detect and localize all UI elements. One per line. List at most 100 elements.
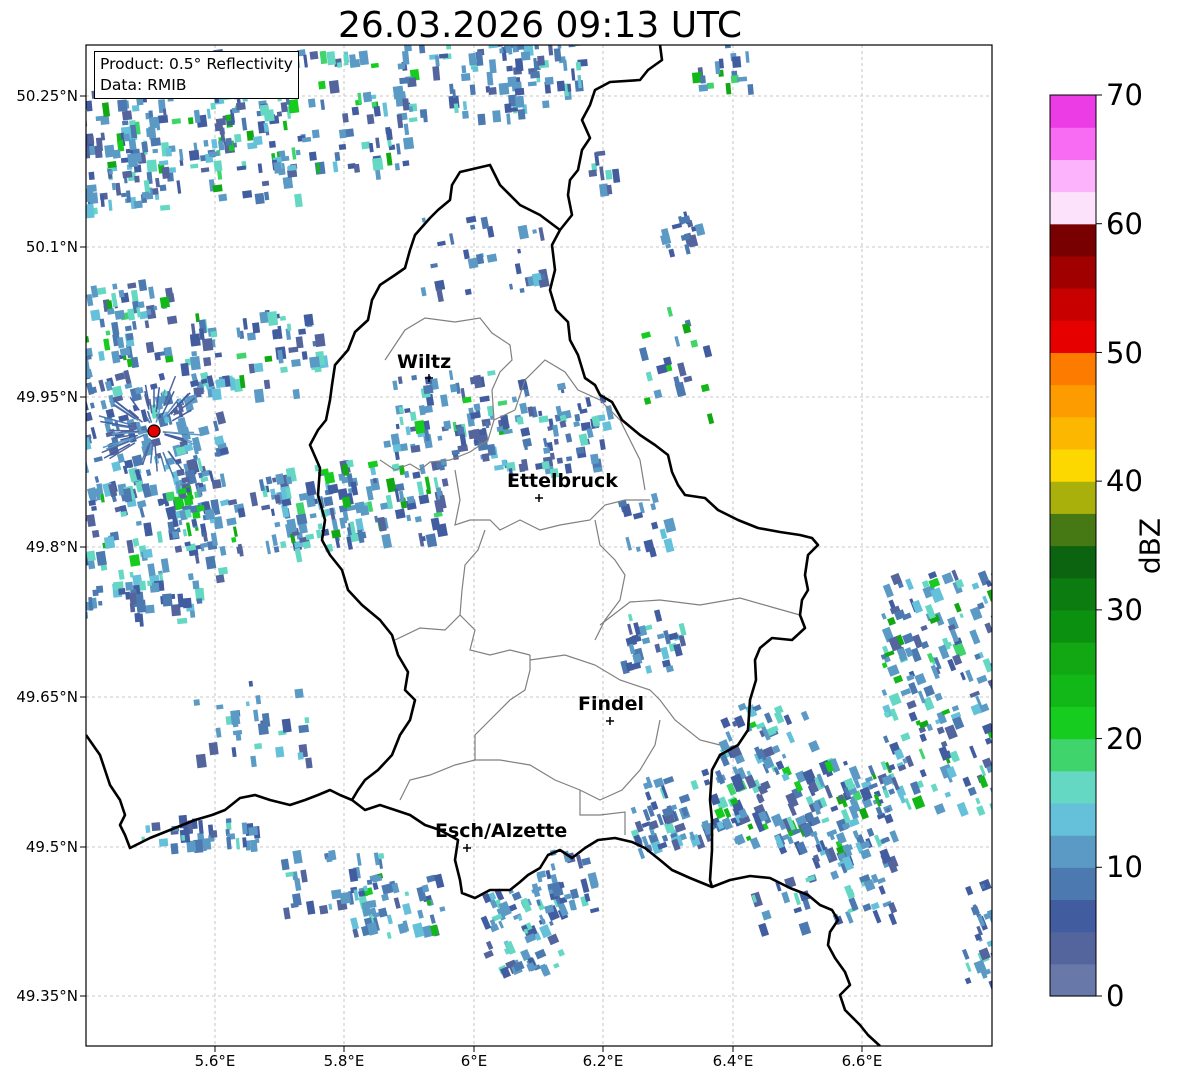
echo-cell <box>231 536 237 543</box>
echo-cell <box>281 718 292 733</box>
echo-cell <box>94 475 100 483</box>
echo-cell <box>900 688 912 697</box>
echo-cell <box>406 495 415 504</box>
echo-cell <box>77 562 83 567</box>
echo-cell <box>465 215 477 224</box>
echo-cell <box>86 184 97 193</box>
echo-cell <box>954 602 962 613</box>
echo-cell <box>372 882 379 891</box>
echo-cell <box>433 511 443 518</box>
echo-cell <box>155 177 161 188</box>
lat-label: 49.65°N <box>16 688 78 706</box>
echo-cell <box>287 98 300 114</box>
echo-cell <box>235 837 241 850</box>
echo-cell <box>403 136 415 150</box>
echo-cell <box>121 192 127 198</box>
echo-cell <box>747 83 754 95</box>
echo-cell <box>198 482 204 488</box>
echo-cell <box>918 748 926 760</box>
echo-cell <box>292 388 301 400</box>
echo-cell <box>501 459 507 467</box>
echo-cell <box>690 339 699 348</box>
echo-clutter <box>149 398 153 414</box>
echo-cell <box>544 76 554 85</box>
echo-cell <box>996 610 1009 623</box>
echo-cell <box>538 227 545 241</box>
echo-cell <box>998 953 1010 966</box>
echo-cell <box>887 664 900 677</box>
echo-cell <box>842 760 849 766</box>
echo-cell <box>949 628 960 643</box>
echo-cell <box>975 797 981 805</box>
echo-cell <box>50 332 55 345</box>
echo-cell <box>339 891 352 905</box>
echo-cell <box>499 48 504 54</box>
echo-cell <box>152 148 159 154</box>
radar-site-marker <box>147 424 161 438</box>
echo-cell <box>562 59 568 71</box>
echo-cell <box>996 984 1003 994</box>
echo-cell <box>111 321 120 336</box>
echo-cell <box>76 147 82 159</box>
echo-cell <box>783 714 793 726</box>
echo-cell <box>724 45 731 49</box>
echo-cell <box>653 389 663 399</box>
echo-cell <box>121 110 133 121</box>
echo-cell <box>150 137 162 147</box>
echo-cell <box>385 128 393 141</box>
echo-cell <box>532 229 537 234</box>
echo-cell <box>162 593 173 607</box>
echo-cell <box>378 852 385 860</box>
echo-cell <box>423 384 434 395</box>
echo-cell <box>511 396 518 403</box>
echo-cell <box>418 45 426 54</box>
echo-cell <box>68 561 76 573</box>
echo-cell <box>553 48 562 62</box>
echo-cell <box>214 122 224 132</box>
echo-cell <box>470 224 476 230</box>
echo-cell <box>887 616 896 626</box>
echo-cell <box>281 504 290 518</box>
echo-cell <box>180 362 190 377</box>
echo-cell <box>100 399 108 410</box>
colorbar-segment <box>1050 416 1096 450</box>
echo-cell <box>416 481 425 496</box>
echo-cell <box>182 597 192 609</box>
echo-cell <box>125 581 134 591</box>
city-label-wiltz: Wiltz <box>397 351 452 373</box>
echo-cell <box>215 727 222 738</box>
echo-cell <box>124 383 133 390</box>
echo-cell <box>236 327 241 338</box>
echo-cell <box>127 282 137 289</box>
echo-cell <box>274 521 281 528</box>
echo-cell <box>662 776 675 785</box>
echo-cell <box>294 878 302 891</box>
echo-cell <box>650 492 659 504</box>
colorbar-segment <box>1050 642 1096 675</box>
echo-cell <box>263 109 275 122</box>
echo-cell <box>440 458 448 466</box>
echo-cell <box>350 917 360 930</box>
echo-cell <box>222 115 227 121</box>
echo-cell <box>60 202 64 209</box>
city-label-esch-alzette: Esch/Alzette <box>435 820 568 842</box>
echo-cell <box>211 388 222 401</box>
echo-cell <box>574 413 581 422</box>
echo-cell <box>126 539 135 554</box>
echo-cell <box>997 720 1005 728</box>
echo-cell <box>366 879 373 886</box>
echo-cell <box>399 77 410 85</box>
echo-cell <box>747 823 754 831</box>
colorbar-segment <box>1050 770 1096 804</box>
echo-cell <box>893 674 904 684</box>
echo-cell <box>989 785 992 798</box>
echo-cell <box>127 153 139 168</box>
echo-cell <box>64 348 73 361</box>
echo-cell <box>969 745 978 759</box>
echo-cell <box>158 372 166 381</box>
echo-cell <box>181 834 186 841</box>
echo-cell <box>146 308 152 316</box>
echo-cell <box>480 216 490 230</box>
colorbar-tick-label: 40 <box>1106 464 1143 498</box>
echo-cell <box>556 45 562 49</box>
